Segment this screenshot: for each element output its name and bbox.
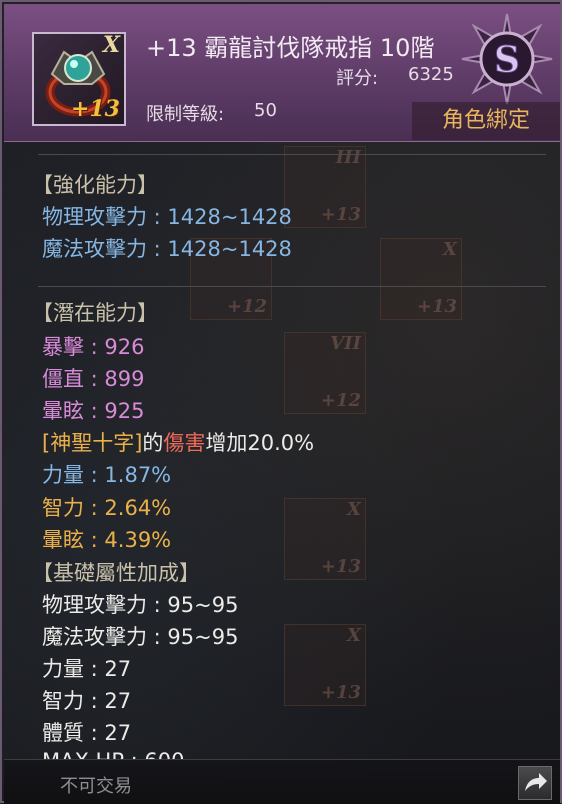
- level-requirement-value: 50: [254, 100, 277, 121]
- skill-damage-word: 傷害: [163, 431, 206, 455]
- score-label: 評分:: [336, 68, 379, 89]
- skill-bracket-open: [: [42, 431, 51, 455]
- potential-stat-line: 暴擊 : 926: [42, 335, 145, 359]
- trade-status: 不可交易: [60, 776, 132, 797]
- divider: [38, 154, 546, 155]
- share-button[interactable]: [518, 766, 552, 800]
- skill-name: 神聖十字: [50, 431, 135, 455]
- skill-bonus-line: [神聖十字]的傷害增加20.0%: [42, 430, 314, 456]
- base-stat-line: 魔法攻擊力 : 95~95: [42, 625, 239, 649]
- tooltip-footer: 不可交易: [4, 759, 560, 804]
- share-arrow-icon: [525, 773, 547, 791]
- skill-bonus-de: 的: [142, 431, 164, 455]
- bind-status-badge: 角色綁定: [412, 102, 560, 140]
- base-section-header: 【基礎屬性加成】: [32, 561, 200, 585]
- enhance-section-header: 【強化能力】: [32, 173, 158, 197]
- enhance-stat-line: 魔法攻擊力 : 1428~1428: [42, 237, 292, 261]
- base-stat-line: 物理攻擊力 : 95~95: [42, 593, 239, 617]
- percent-stat-line: 暈眩 : 4.39%: [42, 528, 172, 552]
- base-stat-line: 體質 : 27: [42, 721, 132, 745]
- tooltip-header: X +13 +13 霸龍討伐隊戒指 10階 評分: 6325 限制等級: 50 …: [4, 4, 560, 142]
- base-stat-line-partial: MAX HP : 600: [42, 748, 185, 759]
- item-title: +13 霸龍討伐隊戒指 10階: [146, 34, 435, 62]
- base-stat-line: 力量 : 27: [42, 657, 132, 681]
- base-stat-line: 智力 : 27: [42, 689, 132, 713]
- skill-bonus-rest: 增加20.0%: [205, 431, 315, 455]
- percent-stat-line: 智力 : 2.64%: [42, 496, 172, 520]
- icon-enhance-level: +13: [70, 96, 120, 122]
- potential-stat-line: 暈眩 : 925: [42, 399, 145, 423]
- icon-grade-mark: X: [102, 32, 120, 58]
- score-value: 6325: [408, 64, 454, 85]
- grade-emblem-icon: S: [461, 13, 553, 105]
- potential-section-header: 【潛在能力】: [32, 301, 158, 325]
- potential-stat-line: 僵直 : 899: [42, 367, 145, 391]
- percent-stat-line: 力量 : 1.87%: [42, 463, 172, 487]
- item-icon[interactable]: X +13: [32, 32, 126, 126]
- item-tooltip: X +13 +13 霸龍討伐隊戒指 10階 評分: 6325 限制等級: 50 …: [0, 0, 562, 804]
- level-requirement-label: 限制等級:: [146, 104, 225, 125]
- grade-letter: S: [494, 39, 520, 81]
- divider: [38, 286, 546, 287]
- enhance-stat-line: 物理攻擊力 : 1428~1428: [42, 205, 292, 229]
